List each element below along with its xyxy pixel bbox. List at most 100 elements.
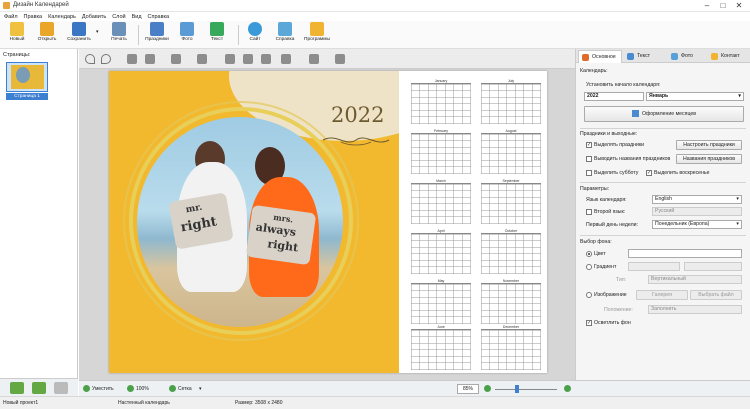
highlight-holidays-checkbox[interactable]: ✓	[586, 142, 592, 148]
fit-icon[interactable]	[83, 385, 90, 392]
save-button[interactable]: Сохранить	[62, 22, 96, 48]
menu-help[interactable]: Справка	[148, 14, 170, 20]
zoom-in-icon[interactable]	[564, 385, 571, 392]
redo-icon[interactable]	[101, 54, 111, 64]
menu-layer[interactable]: Слой	[112, 14, 125, 20]
darken-background-label: Осветлить фон	[594, 320, 631, 326]
programs-button[interactable]: Программы	[300, 22, 334, 48]
tab-contact[interactable]: Контакт	[708, 50, 750, 63]
lock-icon[interactable]	[335, 54, 345, 64]
grid-icon[interactable]	[169, 385, 176, 392]
month-august: August	[481, 129, 541, 175]
title-bar: Дизайн Календарей – □ ✕	[0, 0, 750, 12]
grid-dropdown-icon[interactable]: ▾	[199, 382, 202, 396]
calendar-kind: Настенный календарь	[118, 400, 170, 406]
gradient-type-select[interactable]: Вертикальный	[648, 275, 742, 284]
menu-add[interactable]: Добавить	[82, 14, 106, 20]
close-icon[interactable]: ✕	[732, 1, 746, 10]
month-grids[interactable]: January July February August March Septe…	[409, 75, 545, 371]
site-button[interactable]: Сайт	[238, 22, 272, 48]
holiday-names-button[interactable]: Названия праздников	[676, 154, 742, 164]
new-button[interactable]: Новый	[0, 22, 34, 48]
month-march: March	[411, 179, 471, 225]
help-button[interactable]: Справка	[268, 22, 302, 48]
color-picker[interactable]	[628, 249, 742, 258]
globe-icon	[248, 22, 262, 36]
holidays-button[interactable]: Праздники	[140, 22, 174, 48]
photo-icon	[180, 22, 194, 36]
year-input[interactable]: 2022	[584, 92, 644, 101]
align-icon[interactable]	[171, 54, 181, 64]
menu-file[interactable]: Файл	[4, 14, 18, 20]
duplicate-page-icon[interactable]	[32, 382, 46, 394]
language-select[interactable]: English ▾	[652, 195, 742, 204]
save-dropdown-icon[interactable]: ▾	[96, 29, 99, 35]
send-back-icon[interactable]	[145, 54, 155, 64]
gradient-color-1[interactable]	[628, 262, 680, 271]
divider	[580, 128, 746, 129]
month-november: November	[481, 279, 541, 325]
tab-main[interactable]: Основное	[578, 50, 622, 63]
setup-holidays-button[interactable]: Настроить праздники	[676, 140, 742, 150]
second-language-select[interactable]: Русский	[652, 207, 742, 216]
zoom-field[interactable]: 85%	[457, 384, 479, 394]
second-language-checkbox[interactable]	[586, 209, 592, 215]
cut-icon[interactable]	[225, 54, 235, 64]
divider	[580, 235, 746, 236]
position-select[interactable]: Заполнить	[648, 305, 742, 314]
maximize-icon[interactable]: □	[716, 1, 730, 10]
open-button[interactable]: Открыть	[30, 22, 64, 48]
zoom-icon[interactable]	[127, 385, 134, 392]
month-june: June	[411, 325, 471, 371]
month-design-button[interactable]: Оформление месяцев	[584, 106, 744, 122]
image-radio-label: Изображение	[594, 292, 627, 298]
background-section-title: Выбор фона:	[580, 239, 612, 245]
photo-button[interactable]: Фото	[170, 22, 204, 48]
saturday-checkbox[interactable]	[586, 170, 592, 176]
add-page-icon[interactable]	[10, 382, 24, 394]
menu-edit[interactable]: Правка	[24, 14, 43, 20]
gallery-button[interactable]: Галерея	[636, 290, 688, 300]
fit-button[interactable]: Уместить	[92, 382, 114, 396]
gradient-radio[interactable]	[586, 264, 592, 270]
first-day-select[interactable]: Понедельник (Европа) ▾	[652, 220, 742, 229]
darken-background-checkbox[interactable]: ✓	[586, 320, 592, 326]
tab-text[interactable]: Текст	[624, 50, 666, 63]
properties-panel: Основное Текст Фото Контакт Календарь: У…	[575, 49, 750, 380]
copy-icon[interactable]	[243, 54, 253, 64]
sunday-label: Выделить воскресенье	[654, 170, 710, 176]
image-radio[interactable]	[586, 292, 592, 298]
zoom-100-button[interactable]: 100%	[136, 382, 149, 396]
page-thumbnail[interactable]	[6, 62, 48, 92]
printer-icon	[112, 22, 126, 36]
zoom-slider[interactable]	[495, 389, 557, 390]
paste-icon[interactable]	[261, 54, 271, 64]
image-size: Размер: 3508 x 2480	[235, 400, 283, 406]
zoom-out-icon[interactable]	[484, 385, 491, 392]
menu-calendar[interactable]: Календарь	[48, 14, 76, 20]
delete-icon[interactable]	[281, 54, 291, 64]
gradient-color-2[interactable]	[684, 262, 742, 271]
menu-view[interactable]: Вид	[132, 14, 142, 20]
chevron-down-icon: ▾	[738, 93, 741, 99]
month-select[interactable]: Январь ▾	[646, 92, 744, 101]
undo-icon[interactable]	[85, 54, 95, 64]
choose-file-button[interactable]: Выбрать файл	[690, 290, 742, 300]
new-icon	[10, 22, 24, 36]
color-radio[interactable]	[586, 251, 592, 257]
minimize-icon[interactable]: –	[700, 1, 714, 10]
distribute-icon[interactable]	[197, 54, 207, 64]
delete-page-icon[interactable]	[54, 382, 68, 394]
tab-photo[interactable]: Фото	[668, 50, 706, 63]
year-title[interactable]: 2022	[331, 103, 384, 127]
bring-front-icon[interactable]	[127, 54, 137, 64]
zoom-slider-handle[interactable]	[515, 385, 519, 393]
properties-icon[interactable]	[309, 54, 319, 64]
grid-toggle[interactable]: Сетка	[178, 382, 192, 396]
holiday-names-checkbox[interactable]	[586, 156, 592, 162]
sunday-checkbox[interactable]: ✓	[646, 170, 652, 176]
print-button[interactable]: Печать	[102, 22, 136, 48]
second-language-label: Второй язык:	[594, 209, 626, 215]
text-button[interactable]: Текст	[200, 22, 234, 48]
calendar-page[interactable]: mr. right mrs. always right 2022 January…	[109, 71, 547, 373]
